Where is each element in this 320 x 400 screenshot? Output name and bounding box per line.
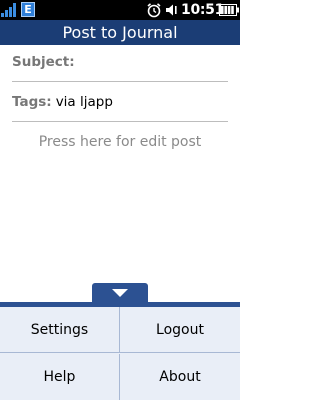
about-button[interactable]: About [120, 354, 240, 400]
alarm-icon [147, 3, 161, 18]
status-bar: E 10:51 [0, 0, 240, 20]
tags-field[interactable]: Tags: via ljapp [12, 92, 228, 112]
subject-divider [12, 81, 228, 82]
help-button[interactable]: Help [0, 354, 120, 400]
bottom-menu: Settings Logout Help About [0, 302, 240, 400]
page-title: Post to Journal [0, 20, 240, 45]
logout-button[interactable]: Logout [120, 307, 240, 353]
status-clock: 10:51 [181, 2, 225, 18]
signal-strength-icon [1, 3, 16, 17]
network-type-badge: E [21, 2, 35, 17]
chevron-down-icon [112, 289, 128, 297]
settings-button[interactable]: Settings [0, 307, 120, 353]
edit-post-area[interactable]: Press here for edit post [0, 131, 240, 153]
tags-label: Tags: [12, 94, 52, 110]
tags-value: via ljapp [55, 94, 113, 110]
menu-toggle-button[interactable] [92, 283, 148, 302]
tags-divider [12, 121, 228, 122]
speaker-icon [166, 4, 177, 16]
screen: E 10:51 Post to Journal Subject: Tags: vi… [0, 0, 240, 400]
subject-field[interactable]: Subject: [12, 52, 228, 72]
battery-icon [219, 4, 239, 16]
subject-label: Subject: [12, 54, 75, 70]
